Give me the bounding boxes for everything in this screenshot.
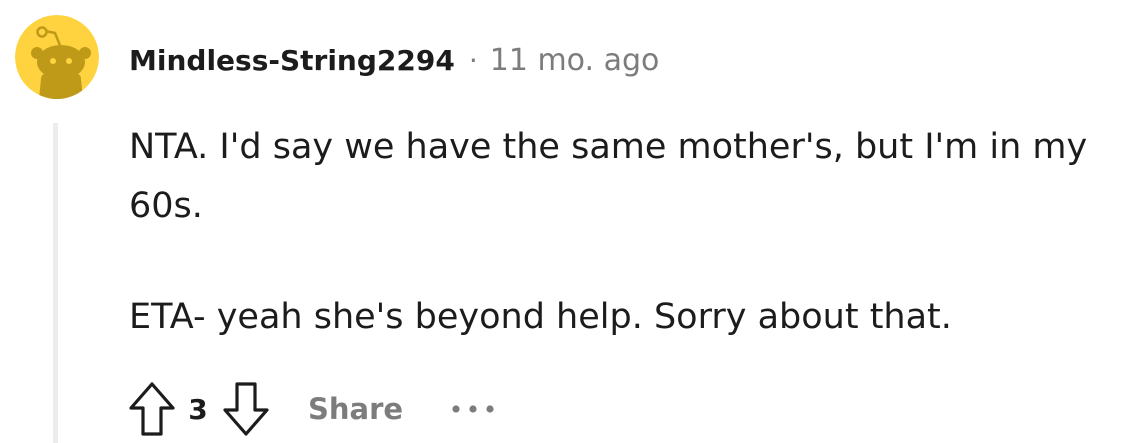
comment-paragraph: ETA- yeah she's beyond help. Sorry about… [129,297,952,337]
comment: Mindless-String2294 · 11 mo. ago NTA. I'… [0,0,1147,443]
meta-separator: · [468,43,478,77]
vote-score: 3 [188,392,208,426]
snoo-avatar-icon[interactable] [15,15,99,99]
thread-collapse-line[interactable] [53,123,58,443]
more-options-button[interactable] [445,389,501,429]
author-username[interactable]: Mindless-String2294 [129,44,455,77]
comment-meta: Mindless-String2294 · 11 mo. ago [129,38,659,82]
comment-actions: 3 Share [120,376,501,442]
arrow-down-outline-icon [223,382,269,436]
arrow-up-outline-icon [129,382,175,436]
more-horizontal-icon [452,405,494,413]
comment-body: NTA. I'd say we have the same mother's, … [129,118,1119,347]
comment-timestamp[interactable]: 11 mo. ago [490,43,660,78]
upvote-button[interactable] [120,377,184,441]
share-button[interactable]: Share [304,386,407,432]
downvote-button[interactable] [214,377,278,441]
comment-paragraph: NTA. I'd say we have the same mother's, … [129,127,1088,226]
